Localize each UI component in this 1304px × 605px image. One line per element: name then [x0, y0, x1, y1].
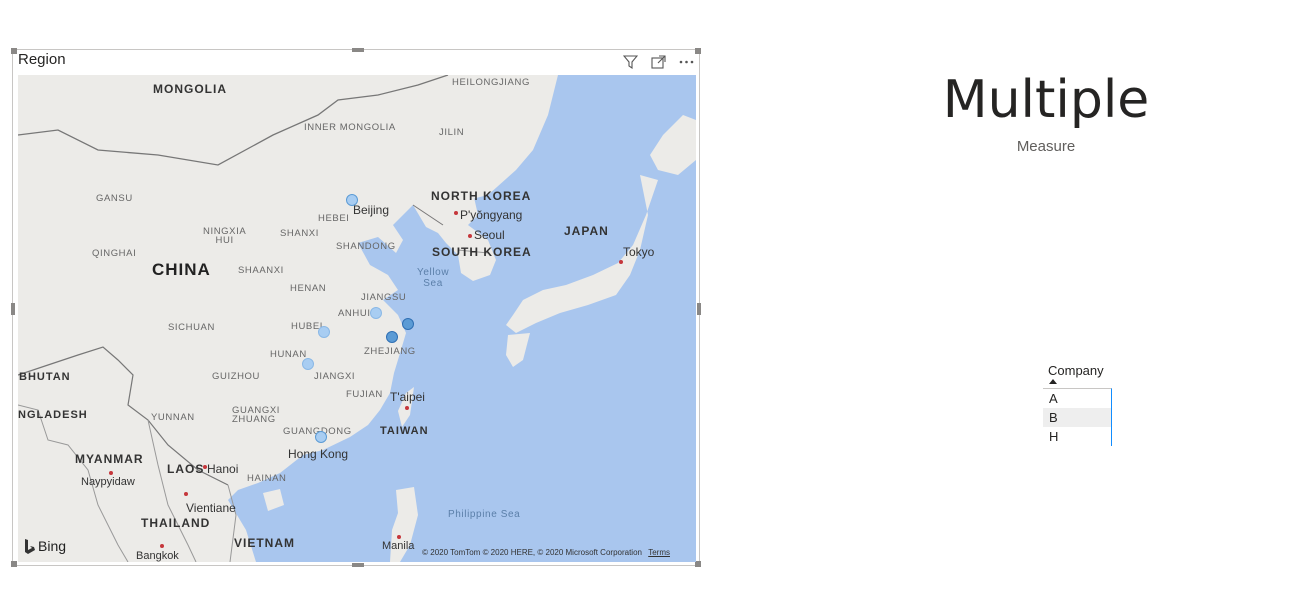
label-hanoi: Hanoi	[207, 462, 239, 476]
label-fujian: FUJIAN	[346, 389, 383, 400]
visual-title: Region	[18, 51, 66, 68]
filter-icon[interactable]	[621, 54, 639, 70]
label-guizhou: GUIZHOU	[212, 371, 261, 382]
label-laos: LAOS	[167, 462, 205, 476]
bing-logo: Bing	[24, 538, 66, 554]
label-hainan: HAINAN	[247, 473, 287, 484]
label-yellow-sea: Yellow Sea	[417, 267, 450, 289]
more-options-icon[interactable]	[677, 54, 695, 70]
resize-handle-top-left[interactable]	[11, 48, 17, 54]
label-tokyo: Tokyo	[623, 245, 655, 259]
label-pyongyang: P'yŏngyang	[460, 208, 523, 222]
sort-ascending-icon[interactable]	[1049, 379, 1057, 384]
label-bangkok: Bangkok	[136, 550, 179, 562]
label-hunan: HUNAN	[270, 349, 307, 360]
label-hong-kong: Hong Kong	[288, 447, 349, 461]
copyright-text: © 2020 TomTom © 2020 HERE, © 2020 Micros…	[422, 548, 642, 557]
resize-handle-top[interactable]	[352, 48, 364, 52]
focus-mode-icon[interactable]	[649, 54, 667, 70]
label-sichuan: SICHUAN	[168, 322, 215, 333]
label-guangxi: GUANGXI ZHUANG	[232, 405, 281, 425]
label-shanxi: SHANXI	[280, 228, 319, 239]
label-naypyidaw: Naypyidaw	[81, 476, 135, 488]
city-dot-manila	[397, 535, 401, 539]
label-vietnam: VIETNAM	[234, 536, 295, 550]
label-manila: Manila	[382, 540, 415, 552]
map-bubble-guangdong[interactable]	[315, 431, 327, 443]
label-taipei: T'aipei	[390, 390, 425, 404]
resize-handle-top-right[interactable]	[695, 48, 701, 54]
label-south-korea: SOUTH KOREA	[432, 245, 532, 259]
visual-header-icons	[621, 54, 695, 70]
city-dot-bangkok	[160, 544, 164, 548]
label-jilin: JILIN	[439, 127, 465, 138]
column-header-company[interactable]: Company	[1043, 362, 1113, 380]
map-bubble-hunan[interactable]	[302, 358, 314, 370]
label-gansu: GANSU	[96, 193, 133, 204]
resize-handle-right[interactable]	[697, 303, 701, 315]
city-dot-pyongyang	[454, 211, 458, 215]
table-row[interactable]: A	[1043, 389, 1111, 408]
bing-icon	[25, 538, 35, 554]
map-bubble-hubei[interactable]	[318, 326, 330, 338]
city-dot-vientiane	[184, 492, 188, 496]
label-jiangsu: JIANGSU	[361, 292, 407, 303]
map-bubble-shanghai[interactable]	[402, 318, 414, 330]
label-beijing: Beijing	[353, 203, 390, 217]
company-table[interactable]: Company A B H	[1043, 362, 1113, 446]
terms-link[interactable]: Terms	[648, 548, 670, 557]
label-seoul: Seoul	[474, 228, 505, 242]
city-dot-seoul	[468, 234, 472, 238]
label-japan: JAPAN	[564, 224, 609, 238]
label-inner-mongolia: INNER MONGOLIA	[304, 122, 396, 133]
label-north-korea: NORTH KOREA	[431, 189, 532, 203]
label-shaanxi: SHAANXI	[238, 265, 284, 276]
city-dot-taipei	[405, 406, 409, 410]
table-row[interactable]: B	[1043, 408, 1111, 427]
resize-handle-bottom-left[interactable]	[11, 561, 17, 567]
label-bhutan: BHUTAN	[19, 371, 71, 383]
label-thailand: THAILAND	[141, 516, 211, 530]
map-visual[interactable]: Region MONGOLIA CHINA NORTH KOREA SOUTH …	[11, 48, 701, 567]
label-jiangxi: JIANGXI	[314, 371, 356, 382]
resize-handle-bottom[interactable]	[352, 563, 364, 567]
label-bangladesh: NGLADESH	[18, 409, 88, 421]
label-myanmar: MYANMAR	[75, 452, 144, 466]
map-canvas[interactable]: MONGOLIA CHINA NORTH KOREA SOUTH KOREA J…	[18, 75, 696, 562]
map-bubble-zhejiang[interactable]	[386, 331, 398, 343]
card-label: Measure	[1016, 138, 1076, 155]
map-bubble-beijing[interactable]	[346, 194, 358, 206]
map-copyright: © 2020 TomTom © 2020 HERE, © 2020 Micros…	[422, 548, 670, 557]
label-anhui: ANHUI	[338, 308, 371, 319]
label-shandong: SHANDONG	[336, 241, 396, 252]
label-philippine-sea: Philippine Sea	[448, 509, 521, 520]
label-zhejiang: ZHEJIANG	[364, 346, 416, 357]
resize-handle-left[interactable]	[11, 303, 15, 315]
label-henan: HENAN	[290, 283, 327, 294]
label-heilongjiang: HEILONGJIANG	[452, 77, 530, 88]
label-ningxia: NINGXIA HUI	[203, 226, 247, 246]
bing-label: Bing	[38, 538, 67, 554]
label-taiwan: TAIWAN	[380, 425, 429, 437]
label-vientiane: Vientiane	[186, 501, 236, 515]
city-dot-naypyidaw	[109, 471, 113, 475]
label-yunnan: YUNNAN	[151, 412, 195, 423]
label-china: CHINA	[152, 260, 211, 279]
card-value: Multiple	[942, 70, 1150, 130]
city-dot-tokyo	[619, 260, 623, 264]
table-body: A B H	[1043, 388, 1112, 446]
label-hebei: HEBEI	[318, 213, 350, 224]
map-bubble-anhui[interactable]	[370, 307, 382, 319]
table-row[interactable]: H	[1043, 427, 1111, 446]
label-qinghai: QINGHAI	[92, 248, 137, 259]
label-mongolia: MONGOLIA	[153, 82, 227, 96]
